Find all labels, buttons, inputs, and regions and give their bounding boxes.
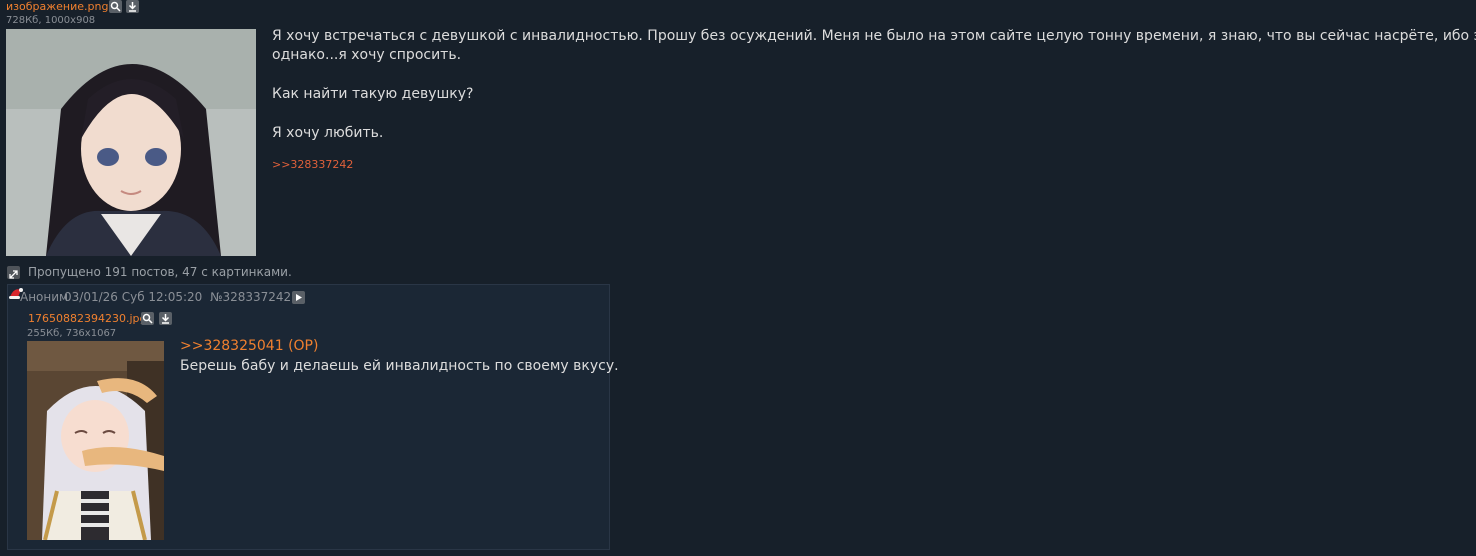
op-image[interactable] xyxy=(6,29,256,256)
reply-post-number[interactable]: №328337242 xyxy=(210,290,291,304)
expand-icon[interactable] xyxy=(7,266,20,279)
anime-girl-image xyxy=(6,29,256,256)
op-file-link[interactable]: изображение.png xyxy=(6,0,108,13)
reply-text: Берешь бабу и делаешь ей инвалидность по… xyxy=(180,358,619,374)
download-icon[interactable] xyxy=(159,312,172,325)
reply-file-meta: 255Кб, 736x1067 xyxy=(27,328,117,339)
reply-quote-link[interactable]: >>328325041 (OP) xyxy=(180,338,318,354)
reply-image[interactable] xyxy=(27,341,164,540)
play-icon[interactable] xyxy=(292,291,305,304)
op-file-meta: 728Кб, 1000x908 xyxy=(6,15,96,26)
op-reply-link[interactable]: >>328337242 xyxy=(272,158,353,171)
op-love-line: Я хочу любить. xyxy=(272,125,384,141)
op-question: Как найти такую девушку? xyxy=(272,86,474,102)
reply-author: Аноним xyxy=(20,290,69,304)
elf-girl-image xyxy=(27,341,164,540)
search-icon[interactable] xyxy=(109,0,122,13)
search-icon[interactable] xyxy=(141,312,154,325)
op-text-line-1: Я хочу встречаться с девушкой с инвалидн… xyxy=(272,28,1476,44)
reply-file-link[interactable]: 17650882394230.jpg xyxy=(28,312,147,325)
reply-datetime: 03/01/26 Суб 12:05:20 xyxy=(64,290,203,304)
omitted-posts: Пропущено 191 постов, 47 с картинками. xyxy=(28,265,292,279)
op-text-line-2: однако...я хочу спросить. xyxy=(272,47,462,63)
download-icon[interactable] xyxy=(126,0,139,13)
